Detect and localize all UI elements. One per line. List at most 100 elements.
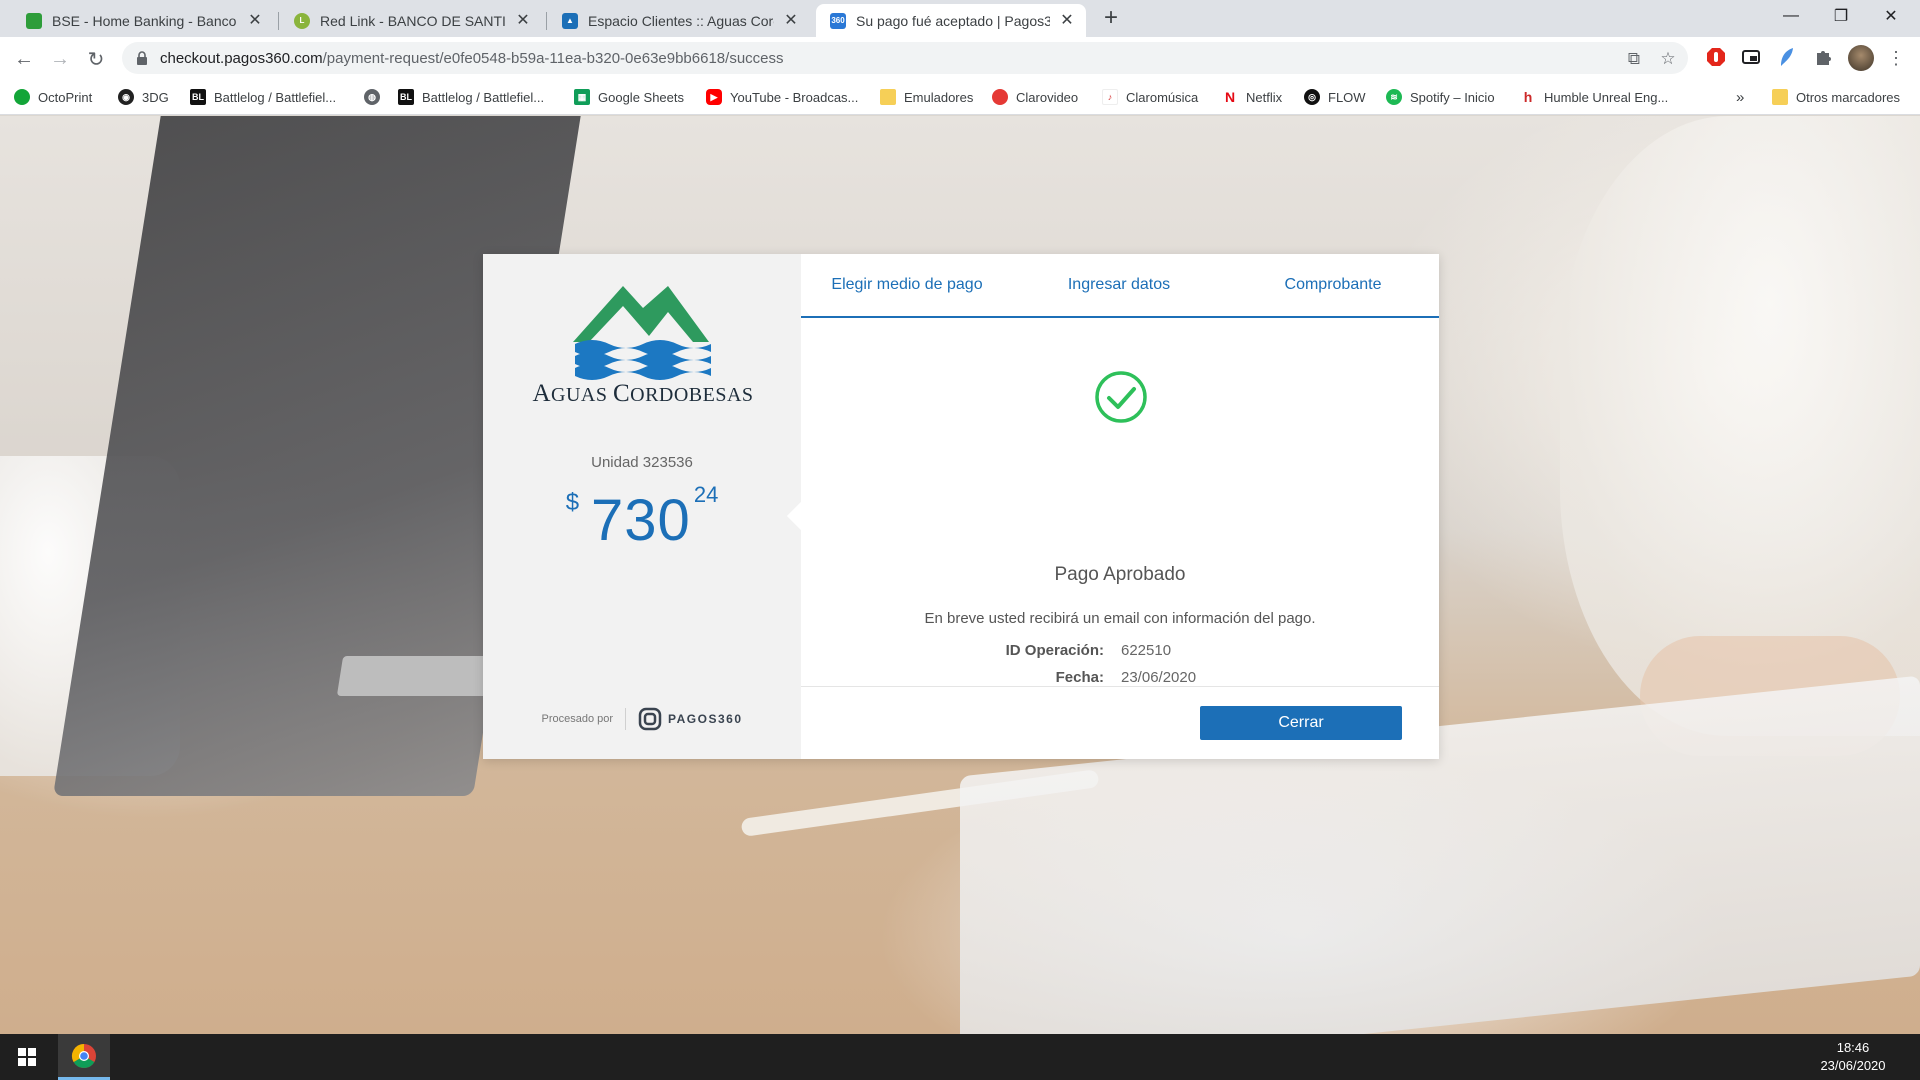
bookmarks-overflow-chevron-icon[interactable]: » xyxy=(1736,86,1744,108)
step-elegir-medio-de-pago[interactable]: Elegir medio de pago xyxy=(801,276,1013,294)
clarovideo-icon xyxy=(992,89,1008,105)
url-text: checkout.pagos360.com/payment-request/e0… xyxy=(160,49,784,67)
bookmark-3dg[interactable]: ◉ 3DG xyxy=(118,86,169,108)
taskbar-clock[interactable]: 18:46 23/06/2020 xyxy=(1808,1039,1898,1075)
pagos360-wordmark: PAGOS360 xyxy=(668,712,743,726)
detail-label: ID Operación: xyxy=(1005,642,1104,659)
step-comprobante[interactable]: Comprobante xyxy=(1227,276,1439,294)
detail-value: 622510 xyxy=(1121,642,1172,659)
redlink-favicon-icon: L xyxy=(294,12,310,29)
netflix-icon: N xyxy=(1222,89,1238,105)
success-message: En breve usted recibirá un email con inf… xyxy=(924,610,1316,627)
close-button[interactable]: Cerrar xyxy=(1200,706,1402,740)
payment-amount: $730 24 xyxy=(483,482,801,554)
bookmark-label: Otros marcadores xyxy=(1796,89,1901,105)
folder-icon xyxy=(880,89,896,105)
checkout-steps: Elegir medio de pago Ingresar datos Comp… xyxy=(801,254,1439,318)
bookmark-youtube[interactable]: ▶ YouTube - Broadcas... xyxy=(706,86,858,108)
page-viewport: AGUAS CORDOBESAS Unidad 323536 $730 24 Pr… xyxy=(0,116,1920,1034)
adblock-extension-icon[interactable] xyxy=(1706,47,1726,67)
bookmark-label: Spotify – Inicio xyxy=(1410,89,1495,105)
bookmark-clarovideo[interactable]: Clarovideo xyxy=(992,86,1078,108)
logo-mountains-waves-icon xyxy=(573,286,711,380)
processed-by-label: Procesado por xyxy=(541,713,614,725)
restore-icon[interactable]: ❐ xyxy=(1818,0,1864,32)
currency-symbol: $ xyxy=(565,489,580,516)
unit-label: Unidad 323536 xyxy=(591,454,693,471)
translate-icon[interactable]: ⧉ xyxy=(1624,49,1644,69)
processed-by: Procesado por PAGOS360 xyxy=(483,706,801,732)
bookmark-label: FLOW xyxy=(1328,89,1366,105)
windows-start-icon[interactable] xyxy=(0,1034,54,1080)
pagos360-brand: PAGOS360 xyxy=(638,707,742,731)
tab-red-link[interactable]: L Red Link - BANCO DE SANTIAGO DEL ESTER… xyxy=(280,4,542,37)
bookmark-netflix[interactable]: N Netflix xyxy=(1222,86,1282,108)
bookmark-flow[interactable]: ◎ FLOW xyxy=(1304,86,1366,108)
media-extension-icon[interactable] xyxy=(1742,48,1760,66)
bse-favicon-icon xyxy=(26,12,42,29)
close-window-icon[interactable]: ✕ xyxy=(1868,0,1914,32)
chrome-icon xyxy=(71,1043,96,1068)
back-arrow-icon[interactable]: ← xyxy=(10,45,38,73)
tab-bse-home-banking[interactable]: BSE - Home Banking - Banco Santander ✕ xyxy=(12,4,274,37)
close-tab-icon[interactable]: ✕ xyxy=(1058,12,1076,30)
bookmark-spotify[interactable]: ≋ Spotify – Inicio xyxy=(1386,86,1495,108)
pagos360-logo-icon xyxy=(638,707,662,731)
extensions-puzzle-icon[interactable] xyxy=(1814,48,1832,66)
profile-avatar[interactable] xyxy=(1848,45,1874,71)
flow-icon: ◎ xyxy=(1304,89,1320,105)
claromusica-icon: ♪ xyxy=(1102,89,1118,105)
octoprint-icon xyxy=(14,89,30,105)
tab-title: Espacio Clientes :: Aguas Cordobesas xyxy=(588,12,774,29)
bookmark-folder-emuladores[interactable]: Emuladores xyxy=(880,86,973,108)
bookmark-star-icon[interactable]: ☆ xyxy=(1658,49,1678,69)
bookmark-humble[interactable]: h Humble Unreal Eng... xyxy=(1520,86,1668,108)
bookmark-globe[interactable]: ◍ xyxy=(364,86,388,108)
bookmark-label: YouTube - Broadcas... xyxy=(730,89,859,105)
bookmark-label: Emuladores xyxy=(904,89,974,105)
tab-strip: BSE - Home Banking - Banco Santander ✕ L… xyxy=(0,0,1920,37)
merchant-summary-panel: AGUAS CORDOBESAS Unidad 323536 $730 24 Pr… xyxy=(483,254,816,759)
camera-icon: ◉ xyxy=(118,89,134,105)
forward-arrow-icon[interactable]: → xyxy=(46,45,74,73)
windows-logo-icon xyxy=(18,1048,36,1066)
bookmark-label: Battlelog / Battlefiel... xyxy=(422,89,545,105)
reload-icon[interactable]: ↻ xyxy=(82,45,110,73)
tab-separator xyxy=(278,12,279,30)
tab-pagos360-success[interactable]: 360 Su pago fué aceptado | Pagos360 ✕ xyxy=(816,4,1086,37)
close-tab-icon[interactable]: ✕ xyxy=(782,12,800,30)
bookmark-label: Humble Unreal Eng... xyxy=(1544,89,1669,105)
close-tab-icon[interactable]: ✕ xyxy=(246,12,264,30)
tab-title: Su pago fué aceptado | Pagos360 xyxy=(856,12,1050,29)
clock-time: 18:46 xyxy=(1836,1040,1870,1055)
new-tab-button[interactable]: + xyxy=(1098,6,1124,32)
bookmark-label: Google Sheets xyxy=(598,89,685,105)
feather-extension-icon[interactable] xyxy=(1778,47,1796,67)
tab-aguas-cordobesas[interactable]: ▲ Espacio Clientes :: Aguas Cordobesas ✕ xyxy=(548,4,810,37)
bookmark-octoprint[interactable]: OctoPrint xyxy=(14,86,92,108)
windows-taskbar: 18:46 23/06/2020 xyxy=(0,1034,1920,1080)
sheets-icon: ▦ xyxy=(574,89,590,105)
battlelog-icon: BL xyxy=(190,89,206,105)
step-ingresar-datos[interactable]: Ingresar datos xyxy=(1013,276,1225,294)
menu-kebab-icon[interactable]: ⋮ xyxy=(1886,45,1906,71)
receipt-panel: Elegir medio de pago Ingresar datos Comp… xyxy=(801,254,1439,759)
bookmark-label: Claromúsica xyxy=(1126,89,1199,105)
bookmarks-bar: OctoPrint ◉ 3DG BL Battlelog / Battlefie… xyxy=(0,79,1920,115)
bookmark-other-folder[interactable]: Otros marcadores xyxy=(1772,86,1900,108)
bookmark-battlelog-1[interactable]: BL Battlelog / Battlefiel... xyxy=(190,86,336,108)
background-photo-laptop-base xyxy=(336,656,504,696)
detail-value: 23/06/2020 xyxy=(1121,669,1197,686)
taskbar-chrome-button[interactable] xyxy=(58,1034,110,1080)
bookmark-label: Clarovideo xyxy=(1016,89,1079,105)
tab-title: Red Link - BANCO DE SANTIAGO DEL ESTERO xyxy=(320,12,506,29)
battlelog-icon: BL xyxy=(398,89,414,105)
minimize-icon[interactable]: — xyxy=(1768,0,1814,32)
aguas-favicon-icon: ▲ xyxy=(562,12,578,29)
lock-icon xyxy=(137,51,147,65)
bookmark-claromusica[interactable]: ♪ Claromúsica xyxy=(1102,86,1198,108)
close-tab-icon[interactable]: ✕ xyxy=(514,12,532,30)
address-bar[interactable]: checkout.pagos360.com/payment-request/e0… xyxy=(122,42,1688,74)
bookmark-google-sheets[interactable]: ▦ Google Sheets xyxy=(574,86,684,108)
bookmark-battlelog-2[interactable]: BL Battlelog / Battlefiel... xyxy=(398,86,544,108)
